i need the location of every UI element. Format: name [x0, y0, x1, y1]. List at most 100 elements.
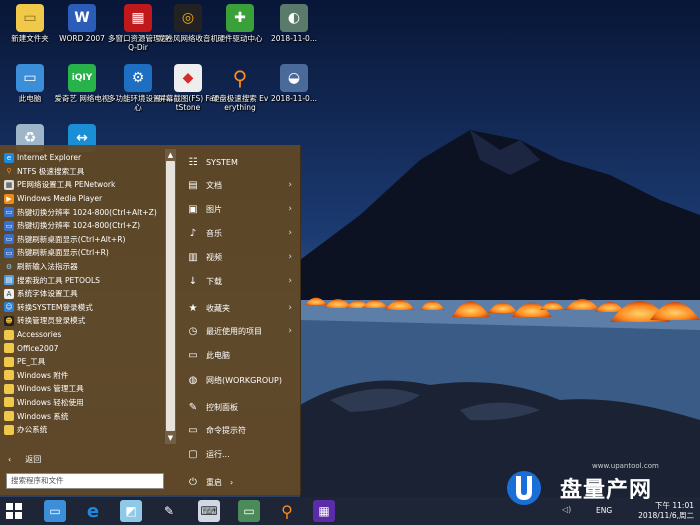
video-icon: ▥	[188, 251, 198, 263]
places-item-network[interactable]: ◍ 网络(WORKGROUP)	[186, 371, 298, 389]
tools-icon: ▤	[4, 275, 14, 286]
program-item[interactable]: ☻ 转换管理员登录模式	[4, 314, 164, 328]
taskbar-keyboard-icon[interactable]: ⌨	[198, 500, 220, 522]
program-label: 热键刷新桌面显示(Ctrl+R)	[17, 248, 109, 258]
places-label: 控制面板	[206, 402, 238, 412]
program-folder[interactable]: Windows 系统	[4, 409, 164, 423]
program-item[interactable]: ☺ 转换SYSTEM登录模式	[4, 301, 164, 315]
places-label: 最近使用的项目	[206, 326, 262, 336]
desktop-icon-image-1[interactable]: ◐ 2018-11-0...	[264, 4, 324, 43]
program-item[interactable]: ▦ PE网络设置工具 PENetwork	[4, 178, 164, 192]
folder-icon	[4, 370, 14, 381]
computer-icon: ▭	[16, 64, 44, 92]
taskbar-ie-icon[interactable]: e	[82, 500, 104, 522]
desktop-icon-radio[interactable]: ◎ 龙卷风网络收音机	[158, 4, 218, 43]
program-item[interactable]: ▤ 搜索我的工具 PETOOLS	[4, 273, 164, 287]
desktop-icon-new-folder[interactable]: ▭ 新建文件夹	[0, 4, 60, 43]
program-item[interactable]: e Internet Explorer	[4, 151, 164, 165]
places-label: 收藏夹	[206, 303, 230, 313]
places-item-recent[interactable]: ◷ 最近使用的项目 ›	[186, 322, 298, 340]
program-folder[interactable]: Accessories	[4, 328, 164, 342]
program-label: Office2007	[17, 343, 59, 353]
desktop-icon-faststone[interactable]: ◆ 屏幕截图(FS) FastStone	[158, 64, 218, 112]
network-icon: ▦	[4, 179, 14, 190]
desktop-icon-driver[interactable]: ✚ 硬件驱动中心	[210, 4, 270, 43]
program-folder[interactable]: Office2007	[4, 341, 164, 355]
program-folder[interactable]: Windows 附件	[4, 369, 164, 383]
places-item-videos[interactable]: ▥ 视频 ›	[186, 248, 298, 266]
restart-button[interactable]: ⏻ 重启 ›	[186, 473, 298, 491]
back-button[interactable]: ‹ 返回	[8, 454, 41, 465]
windows-start-icon[interactable]	[6, 503, 22, 519]
program-item[interactable]: ▭ 热键切换分辨率 1024-800(Ctrl+Z)	[4, 219, 164, 233]
program-item[interactable]: ⚲ NTFS 极速搜索工具	[4, 165, 164, 179]
program-folder[interactable]: Windows 轻松使用	[4, 396, 164, 410]
chevron-left-icon: ‹	[8, 455, 12, 464]
watermark-url: www.upantool.com	[592, 462, 659, 470]
places-item-control-panel[interactable]: ✎ 控制面板	[186, 398, 298, 416]
user-icon: ☷	[188, 156, 198, 168]
program-folder[interactable]: PE_工具	[4, 355, 164, 369]
program-label: 转换SYSTEM登录模式	[17, 302, 93, 312]
program-item[interactable]: ⚙ 刷新输入法指示器	[4, 260, 164, 274]
program-item[interactable]: ▶ Windows Media Player	[4, 192, 164, 206]
desktop-icon-everything[interactable]: ⚲ 硬盘极速搜索 Everything	[210, 64, 270, 112]
program-label: PE_工具	[17, 357, 46, 367]
tray-icons[interactable]: ◁)	[562, 505, 571, 514]
places-item-favorites[interactable]: ★ 收藏夹 ›	[186, 299, 298, 317]
search-input[interactable]: 搜索程序和文件	[6, 473, 164, 489]
places-item-downloads[interactable]: ↓ 下载 ›	[186, 272, 298, 290]
desktop-icon-this-pc[interactable]: ▭ 此电脑	[0, 64, 60, 103]
program-item[interactable]: ▭ 热键切换分辨率 1024-800(Ctrl+Alt+Z)	[4, 205, 164, 219]
desktop-icon-word[interactable]: W WORD 2007	[52, 4, 112, 43]
power-icon: ⏻	[189, 476, 197, 488]
desktop-icon-iqiyi[interactable]: iQIY 爱奇艺 网络电视	[52, 64, 112, 103]
program-label: PE网络设置工具 PENetwork	[17, 180, 116, 190]
chevron-right-icon: ›	[288, 180, 292, 190]
chevron-right-icon: ›	[288, 204, 292, 214]
taskbar-chip-icon[interactable]: ▦	[313, 500, 335, 522]
program-label: Windows 轻松使用	[17, 397, 84, 407]
start-menu-programs-pane: e Internet Explorer ⚲ NTFS 极速搜索工具 ▦ PE网络设置工…	[0, 145, 178, 495]
places-item-pictures[interactable]: ▣ 图片 ›	[186, 200, 298, 218]
program-item[interactable]: ▭ 热键刷新桌面显示(Ctrl+Alt+R)	[4, 233, 164, 247]
places-item-cmd[interactable]: ▭ 命令提示符	[186, 421, 298, 439]
faststone-icon: ◆	[174, 64, 202, 92]
program-label: NTFS 极速搜索工具	[17, 166, 85, 176]
download-icon: ↓	[188, 275, 198, 287]
program-list-scrollbar[interactable]: ▲ ▼	[165, 149, 176, 444]
places-item-run[interactable]: ▢ 运行...	[186, 445, 298, 463]
taskbar-tablet-icon[interactable]: ◩	[120, 500, 142, 522]
desktop-icon-label: 爱奇艺 网络电视	[54, 94, 110, 103]
scroll-thumb[interactable]	[166, 161, 175, 431]
chevron-right-icon: ›	[288, 326, 292, 336]
folder-icon	[4, 383, 14, 394]
taskbar-search-icon[interactable]: ⚲	[276, 500, 298, 522]
monitor-icon: ▭	[4, 234, 14, 245]
scroll-down-arrow-icon[interactable]: ▼	[166, 433, 175, 443]
program-label: Internet Explorer	[17, 153, 82, 163]
program-item[interactable]: ▭ 热键刷新桌面显示(Ctrl+R)	[4, 246, 164, 260]
taskbar-computer-icon[interactable]: ▭	[44, 500, 66, 522]
program-item[interactable]: A 系统字体设置工具	[4, 287, 164, 301]
places-item-system[interactable]: ☷ SYSTEM	[186, 153, 298, 171]
qdir-icon: ▦	[124, 4, 152, 32]
folder-icon	[4, 397, 14, 408]
scroll-up-arrow-icon[interactable]: ▲	[166, 150, 175, 160]
taskbar-display-icon[interactable]: ▭	[238, 500, 260, 522]
input-language-indicator[interactable]: ENG	[596, 506, 612, 515]
places-label: 文档	[206, 180, 222, 190]
places-item-music[interactable]: ♪ 音乐 ›	[186, 224, 298, 242]
start-menu-places-pane: ☷ SYSTEM ▤ 文档 › ▣ 图片 › ♪ 音乐 › ▥ 视频 › ↓ 下载 › ★ 收藏夹 › ◷…	[178, 145, 300, 495]
program-label: 办公系统	[17, 425, 48, 435]
desktop-icon-image-2[interactable]: ◒ 2018-11-0...	[264, 64, 324, 103]
places-item-documents[interactable]: ▤ 文档 ›	[186, 176, 298, 194]
search-placeholder: 搜索程序和文件	[11, 476, 64, 485]
watermark-text: 盘量产网	[560, 478, 653, 503]
taskbar-pen-icon[interactable]: ✎	[158, 500, 180, 522]
program-folder[interactable]: 办公系统	[4, 423, 164, 437]
places-item-this-pc[interactable]: ▭ 此电脑	[186, 346, 298, 364]
program-folder[interactable]: Windows 管理工具	[4, 382, 164, 396]
desktop-icon-label: 2018-11-0...	[271, 94, 317, 103]
places-label: SYSTEM	[206, 157, 238, 167]
